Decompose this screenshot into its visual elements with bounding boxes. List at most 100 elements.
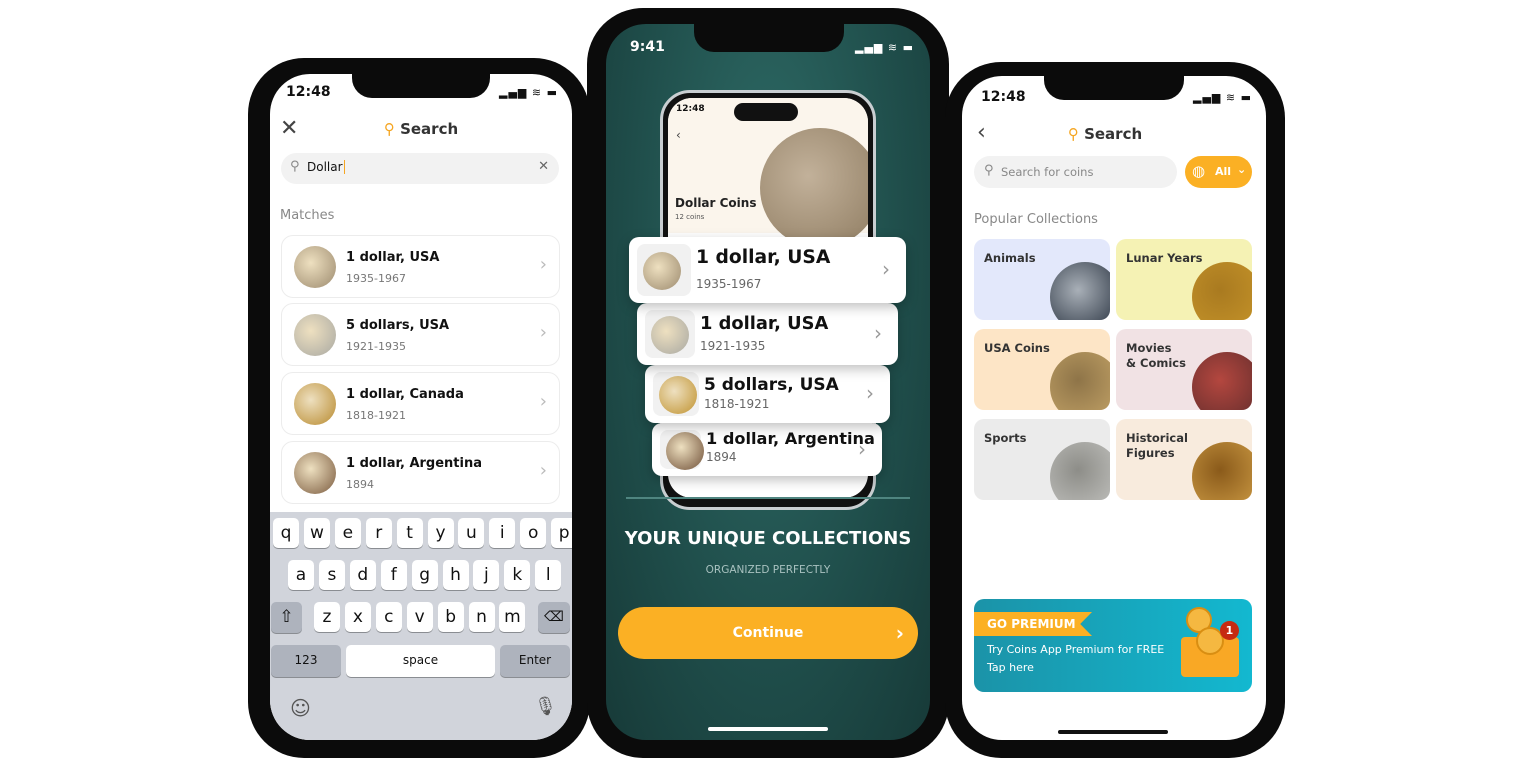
item-title: 5 dollars, USA — [346, 318, 450, 333]
coin-thumbnail — [659, 376, 697, 414]
card-title: 1 dollar, USA — [696, 247, 831, 268]
search-icon: ⚲ — [290, 159, 300, 174]
coin-image — [1050, 352, 1110, 410]
key-a[interactable]: a — [288, 560, 314, 590]
key-c[interactable]: c — [375, 602, 402, 632]
shift-key[interactable]: ⇧ — [271, 602, 302, 633]
inner-time: 12:48 — [676, 104, 705, 114]
status-icons: ▂▄▆ ≋ ▬ — [855, 41, 914, 54]
home-indicator — [708, 727, 828, 731]
card-years: 1921-1935 — [700, 339, 766, 353]
list-item[interactable]: 1 dollar, Canada 1818-1921 › — [281, 372, 560, 435]
subheadline: ORGANIZED PERFECTLY — [705, 564, 831, 576]
key-d[interactable]: d — [349, 560, 376, 590]
key-s[interactable]: s — [318, 560, 345, 590]
clear-icon[interactable]: ✕ — [538, 159, 549, 174]
key-e[interactable]: e — [334, 518, 361, 548]
key-v[interactable]: v — [406, 602, 433, 632]
coin-image — [1050, 262, 1110, 320]
premium-text: Try Coins App Premium for FREE — [987, 643, 1165, 656]
collection-tile[interactable]: USA Coins — [974, 329, 1110, 410]
coin-image — [1192, 442, 1252, 500]
card-years: 1935-1967 — [696, 277, 762, 291]
coin-card[interactable]: 1 dollar, USA 1935-1967 › — [629, 237, 906, 303]
key-j[interactable]: j — [473, 560, 500, 590]
list-item[interactable]: 5 dollars, USA 1921-1935 › — [281, 303, 560, 366]
notch — [352, 74, 490, 98]
key-u[interactable]: u — [458, 518, 485, 548]
coin-image — [1192, 262, 1252, 320]
microphone-icon[interactable]: 🎙 — [534, 696, 557, 717]
search-input[interactable]: ⚲ Dollar ✕ — [281, 153, 559, 184]
notch — [1044, 76, 1184, 100]
coin-thumbnail — [651, 316, 689, 354]
list-item[interactable]: 1 dollar, Argentina 1894 › — [281, 441, 560, 504]
key-q[interactable]: q — [273, 518, 299, 548]
home-indicator — [1058, 730, 1168, 734]
key-i[interactable]: i — [489, 518, 516, 548]
item-years: 1935-1967 — [346, 272, 406, 285]
key-h[interactable]: h — [442, 560, 469, 590]
key-w[interactable]: w — [303, 518, 330, 548]
card-title: 5 dollars, USA — [704, 375, 839, 395]
enter-key[interactable]: Enter — [500, 645, 570, 677]
coin-image — [1192, 352, 1252, 410]
middle-phone-screen: 9:41 ▂▄▆ ≋ ▬ 12:48 ‹ Dollar Coins 12 coi… — [606, 24, 930, 740]
key-f[interactable]: f — [380, 560, 407, 590]
collection-tile[interactable]: Animals — [974, 239, 1110, 320]
premium-badge: GO PREMIUM — [987, 617, 1076, 631]
key-z[interactable]: z — [314, 602, 340, 632]
backspace-key[interactable]: ⌫ — [538, 602, 570, 633]
inner-title: Dollar Coins — [675, 196, 757, 210]
coin-card[interactable]: 1 dollar, Argentina 1894 › — [652, 423, 882, 476]
key-n[interactable]: n — [468, 602, 495, 632]
chevron-right-icon: › — [882, 257, 890, 281]
status-time: 12:48 — [981, 89, 1026, 105]
status-icons: ▂▄▆ ≋ ▬ — [1193, 91, 1252, 104]
dynamic-island — [734, 103, 798, 121]
notification-badge: 1 — [1220, 621, 1239, 640]
key-m[interactable]: m — [499, 602, 526, 632]
search-value: Dollar — [307, 160, 345, 174]
key-l[interactable]: l — [535, 560, 562, 590]
inner-count: 12 coins — [675, 213, 705, 221]
emoji-icon[interactable]: ☺ — [290, 696, 311, 720]
list-item[interactable]: 1 dollar, USA 1935-1967 › — [281, 235, 560, 298]
card-title: 1 dollar, Argentina — [706, 429, 875, 448]
space-key[interactable]: space — [346, 645, 495, 677]
chevron-down-icon: ⌄ — [1237, 163, 1247, 176]
coin-image — [760, 128, 868, 248]
key-p[interactable]: p — [551, 518, 572, 548]
key-k[interactable]: k — [504, 560, 531, 590]
collection-tile[interactable]: Movies & Comics — [1116, 329, 1252, 410]
key-o[interactable]: o — [520, 518, 547, 548]
coin-card[interactable]: 1 dollar, USA 1921-1935 › — [637, 303, 898, 365]
key-b[interactable]: b — [437, 602, 464, 632]
key-y[interactable]: y — [427, 518, 454, 548]
search-input[interactable]: ⚲ Search for coins — [974, 156, 1177, 188]
numbers-key[interactable]: 123 — [271, 645, 341, 677]
key-g[interactable]: g — [411, 560, 438, 590]
continue-button[interactable]: Continue › — [618, 607, 918, 659]
status-time: 9:41 — [630, 39, 665, 55]
key-r[interactable]: r — [365, 518, 392, 548]
key-t[interactable]: t — [396, 518, 423, 548]
coin-card[interactable]: 5 dollars, USA 1818-1921 › — [645, 365, 890, 423]
collection-tile[interactable]: Historical Figures — [1116, 419, 1252, 500]
tile-label: Animals — [984, 251, 1036, 265]
card-title: 1 dollar, USA — [700, 313, 829, 334]
coin-thumbnail — [666, 431, 704, 470]
coin-thumbnail — [294, 246, 336, 288]
page-title: ⚲ Search — [1067, 125, 1143, 143]
key-x[interactable]: x — [344, 602, 371, 632]
collection-tile[interactable]: Sports — [974, 419, 1110, 500]
search-placeholder: Search for coins — [1001, 165, 1094, 179]
status-icons: ▂▄▆ ≋ ▬ — [499, 86, 558, 99]
premium-cta: Tap here — [987, 661, 1034, 674]
premium-banner[interactable]: GO PREMIUM Try Coins App Premium for FRE… — [974, 599, 1252, 692]
right-phone-screen: 12:48 ▂▄▆ ≋ ▬ ‹ ⚲ Search ⚲ Search for co… — [962, 76, 1266, 740]
notch — [694, 24, 844, 52]
region-filter-dropdown[interactable]: ◍ All ⌄ — [1185, 156, 1252, 188]
keyboard: q w e r t y u i o p a s d f g h j k l z x c v b n m ⇧ ⌫ 123 space Ente… — [270, 512, 572, 740]
collection-tile[interactable]: Lunar Years — [1116, 239, 1252, 320]
